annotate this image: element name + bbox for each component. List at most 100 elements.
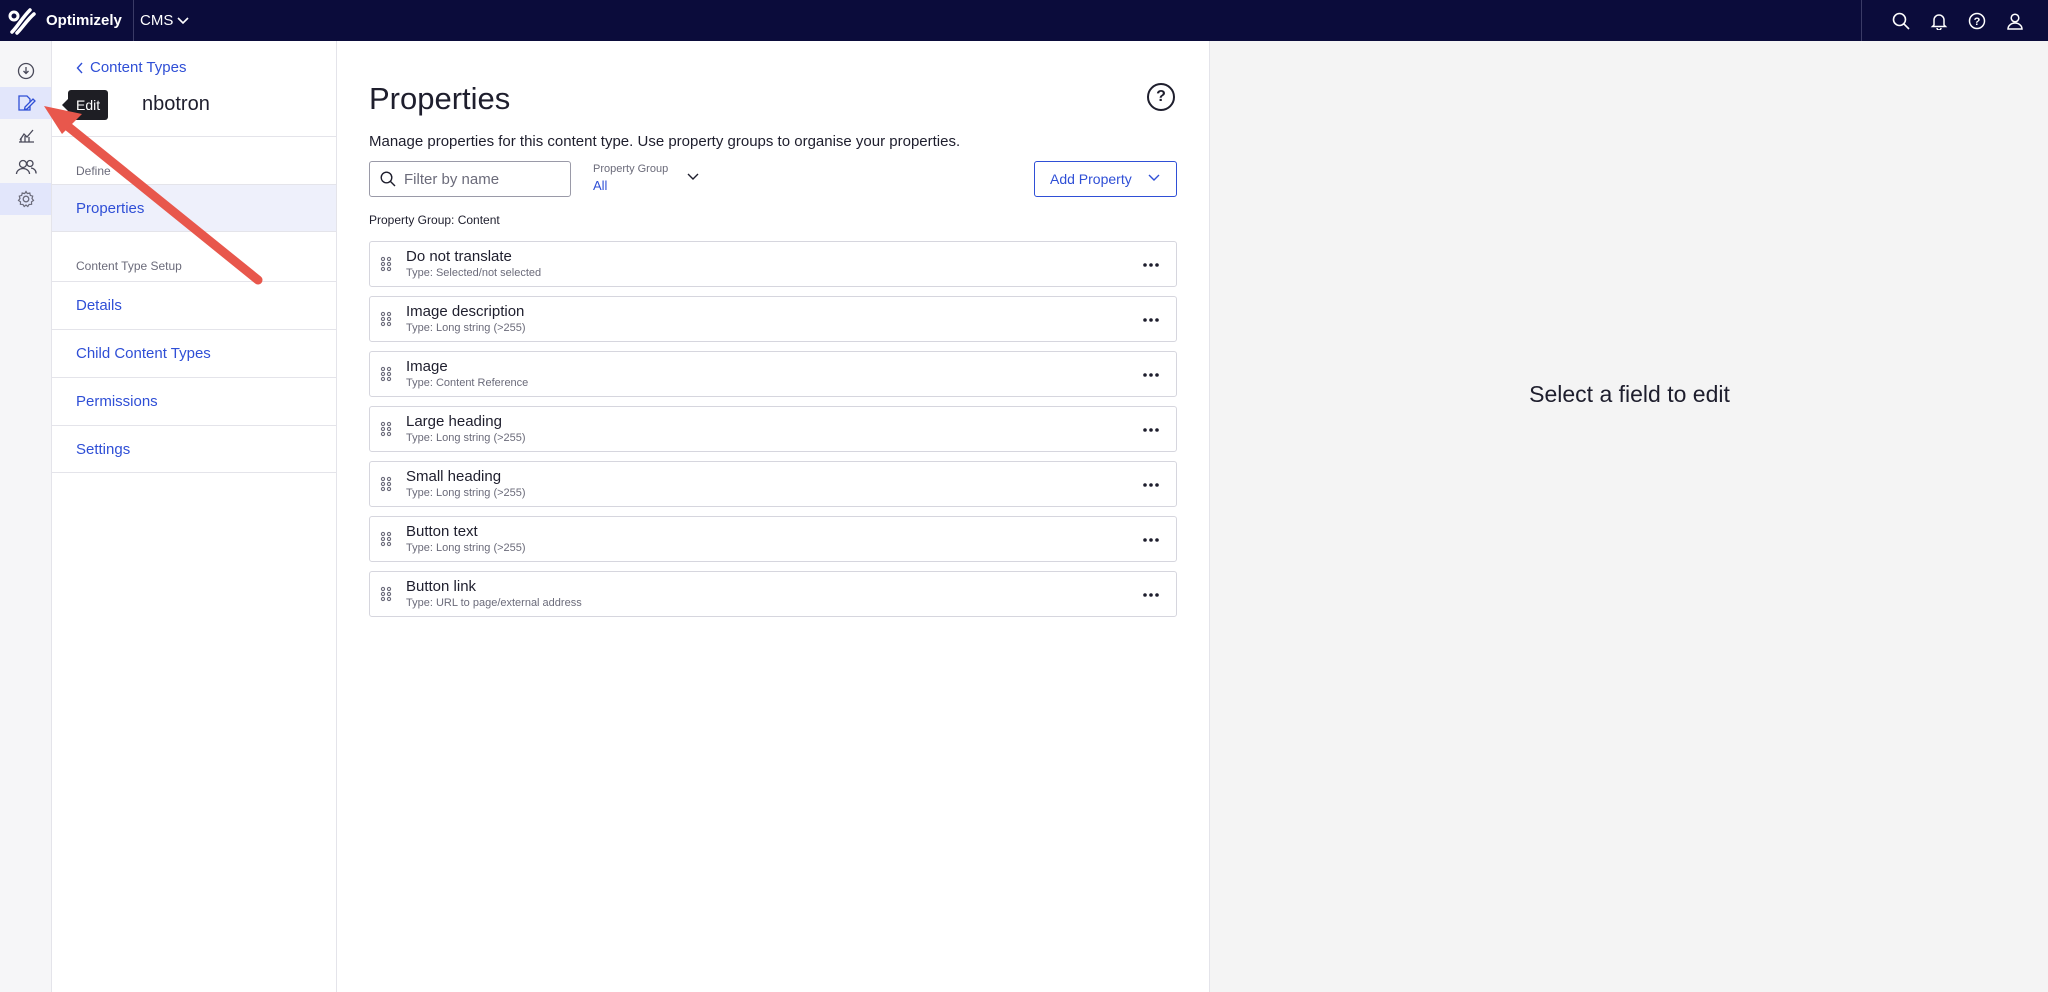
user-button[interactable] xyxy=(1996,0,2034,41)
nav-item-label: Settings xyxy=(76,440,131,458)
logo[interactable]: Optimizely xyxy=(0,0,134,41)
more-options-button[interactable] xyxy=(1138,418,1164,442)
add-property-label: Add Property xyxy=(1050,171,1132,187)
ellipsis-icon xyxy=(1143,483,1159,487)
property-group-select[interactable]: Property Group All xyxy=(593,163,703,197)
more-options-button[interactable] xyxy=(1138,583,1164,607)
property-name: Small heading xyxy=(406,468,502,485)
search-icon xyxy=(1892,12,1910,30)
product-switcher[interactable]: CMS xyxy=(134,12,189,29)
property-type: Type: Long string (>255) xyxy=(406,487,526,499)
property-row[interactable]: Image description Type: Long string (>25… xyxy=(369,296,1177,342)
property-name: Image xyxy=(406,358,448,375)
ellipsis-icon xyxy=(1143,318,1159,322)
chevron-down-icon xyxy=(1148,174,1160,181)
logo-text: Optimizely xyxy=(46,12,122,29)
nav-item-label: Details xyxy=(76,297,122,314)
nav-item-permissions[interactable]: Permissions xyxy=(52,377,336,425)
property-row[interactable]: Small heading Type: Long string (>255) xyxy=(369,461,1177,507)
top-actions: ? xyxy=(1861,0,2048,41)
drag-handle-icon[interactable] xyxy=(380,586,392,602)
more-options-button[interactable] xyxy=(1138,528,1164,552)
drag-handle-icon[interactable] xyxy=(380,531,392,547)
help-icon: ? xyxy=(1968,12,1986,29)
property-type: Type: Content Reference xyxy=(406,377,529,389)
setup-section-label: Content Type Setup xyxy=(76,259,182,273)
ellipsis-icon xyxy=(1143,538,1159,542)
rail-item-info[interactable] xyxy=(0,55,51,87)
edit-icon xyxy=(17,95,36,111)
ellipsis-icon xyxy=(1143,263,1159,267)
notifications-button[interactable] xyxy=(1920,0,1958,41)
back-link-label: Content Types xyxy=(90,59,187,76)
ellipsis-icon xyxy=(1143,593,1159,597)
top-bar: Optimizely CMS ? xyxy=(0,0,2048,41)
user-icon xyxy=(2007,12,2023,30)
divider xyxy=(52,136,336,137)
rail-item-analytics[interactable] xyxy=(0,119,51,151)
info-icon xyxy=(17,62,34,80)
define-section-label: Define xyxy=(76,164,111,178)
help-button[interactable]: ? xyxy=(1958,0,1996,41)
filter-field[interactable] xyxy=(369,161,571,197)
bell-icon xyxy=(1930,13,1948,30)
page-description: Manage properties for this content type.… xyxy=(369,133,961,150)
property-row[interactable]: Do not translate Type: Selected/not sele… xyxy=(369,241,1177,287)
filter-input[interactable] xyxy=(404,170,564,188)
drag-handle-icon[interactable] xyxy=(380,311,392,327)
property-row[interactable]: Button link Type: URL to page/external a… xyxy=(369,571,1177,617)
search-icon xyxy=(380,171,396,187)
chevron-left-icon xyxy=(76,62,83,73)
chevron-down-icon xyxy=(687,173,699,180)
product-label: CMS xyxy=(140,12,174,29)
chevron-down-icon xyxy=(177,16,189,24)
page-title: Properties xyxy=(369,81,511,116)
property-group-heading: Property Group: Content xyxy=(369,213,500,227)
property-name: Button text xyxy=(406,523,478,540)
property-name: Button link xyxy=(406,578,477,595)
content-type-nav: Content Types nbotron Define Properties … xyxy=(52,41,337,992)
nav-item-label: Properties xyxy=(76,199,145,217)
nav-item-label: Child Content Types xyxy=(76,345,211,362)
nav-item-settings[interactable]: Settings xyxy=(52,425,336,473)
property-name: Large heading xyxy=(406,413,502,430)
property-row[interactable]: Large heading Type: Long string (>255) xyxy=(369,406,1177,452)
search-button[interactable] xyxy=(1882,0,1920,41)
optimizely-logo-icon xyxy=(8,7,36,35)
property-row[interactable]: Image Type: Content Reference xyxy=(369,351,1177,397)
settings-icon xyxy=(17,190,34,208)
help-icon[interactable]: ? xyxy=(1147,83,1175,111)
nav-item-details[interactable]: Details xyxy=(52,281,336,329)
property-row[interactable]: Button text Type: Long string (>255) xyxy=(369,516,1177,562)
property-type: Type: Long string (>255) xyxy=(406,322,526,334)
more-options-button[interactable] xyxy=(1138,473,1164,497)
ellipsis-icon xyxy=(1143,373,1159,377)
nav-item-label: Permissions xyxy=(76,393,158,410)
property-type: Type: Long string (>255) xyxy=(406,542,526,554)
more-options-button[interactable] xyxy=(1138,308,1164,332)
drag-handle-icon[interactable] xyxy=(380,256,392,272)
users-icon xyxy=(15,159,37,175)
drag-handle-icon[interactable] xyxy=(380,476,392,492)
property-name: Image description xyxy=(406,303,525,320)
drag-handle-icon[interactable] xyxy=(380,421,392,437)
svg-text:?: ? xyxy=(1974,16,1981,28)
more-options-button[interactable] xyxy=(1138,363,1164,387)
field-editor-panel: Select a field to edit xyxy=(1209,41,2048,992)
more-options-button[interactable] xyxy=(1138,253,1164,277)
icon-rail xyxy=(0,41,52,992)
rail-item-settings[interactable] xyxy=(0,183,51,215)
drag-handle-icon[interactable] xyxy=(380,366,392,382)
property-type: Type: URL to page/external address xyxy=(406,597,582,609)
add-property-button[interactable]: Add Property xyxy=(1034,161,1177,197)
rail-item-users[interactable] xyxy=(0,151,51,183)
property-name: Do not translate xyxy=(406,248,512,265)
nav-item-child-content-types[interactable]: Child Content Types xyxy=(52,329,336,377)
edit-tooltip: Edit xyxy=(61,90,109,120)
back-to-content-types-link[interactable]: Content Types xyxy=(76,59,186,76)
tooltip-text: Edit xyxy=(76,97,101,113)
property-type: Type: Selected/not selected xyxy=(406,267,542,279)
rail-item-edit[interactable] xyxy=(0,87,51,119)
property-type: Type: Long string (>255) xyxy=(406,432,526,444)
nav-item-properties[interactable]: Properties xyxy=(52,184,336,232)
